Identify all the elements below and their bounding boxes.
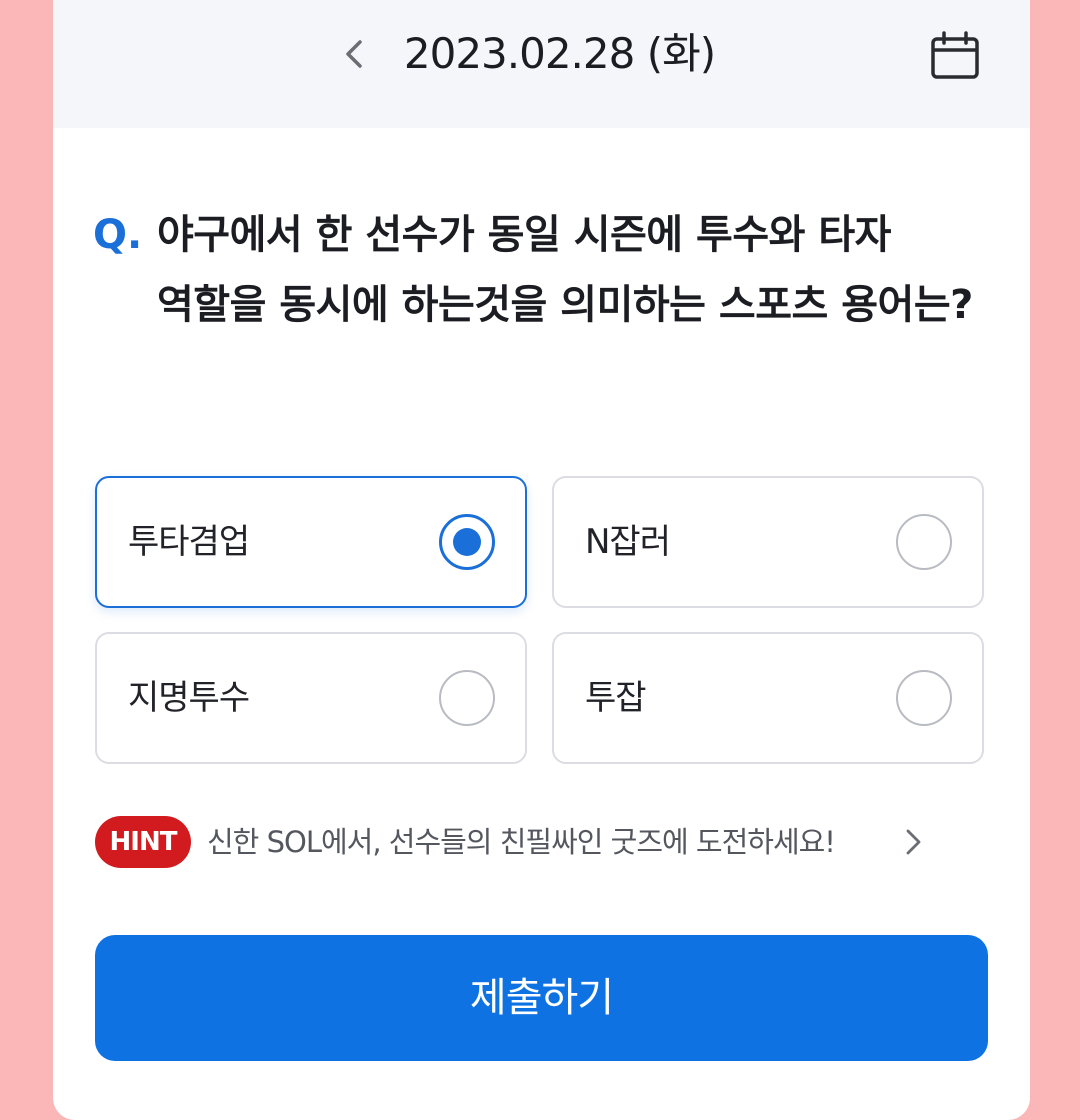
date-navigation-bar: 2023.02.28 (화): [53, 0, 1030, 128]
option-1[interactable]: 투타겸업: [95, 476, 527, 608]
option-3[interactable]: 지명투수: [95, 632, 527, 764]
calendar-icon[interactable]: [929, 30, 981, 82]
hint-badge: HINT: [95, 816, 191, 868]
option-label: N잡러: [585, 522, 671, 562]
hint-text: 신한 SOL에서, 선수들의 친필싸인 굿즈에 도전하세요!: [207, 825, 836, 859]
question-text: 야구에서 한 선수가 동일 시즌에 투수와 타자 역할을 동시에 하는것을 의미…: [157, 212, 973, 328]
option-label: 투잡: [585, 678, 647, 718]
radio-icon[interactable]: [896, 514, 952, 570]
option-4[interactable]: 투잡: [552, 632, 984, 764]
chevron-right-icon: [906, 829, 921, 855]
option-label: 투타겸업: [128, 522, 250, 562]
current-date: 2023.02.28 (화): [403, 29, 716, 78]
quiz-card: 2023.02.28 (화) Q. 야구에서 한 선수가 동일 시즌에 투수와 …: [53, 0, 1030, 1120]
chevron-left-icon[interactable]: [335, 34, 375, 74]
option-label: 지명투수: [128, 678, 250, 718]
hint-link[interactable]: HINT 신한 SOL에서, 선수들의 친필싸인 굿즈에 도전하세요!: [95, 816, 985, 868]
radio-selected-icon[interactable]: [439, 514, 495, 570]
question-prefix: Q.: [93, 212, 143, 258]
option-2[interactable]: N잡러: [552, 476, 984, 608]
radio-icon[interactable]: [896, 670, 952, 726]
radio-icon[interactable]: [439, 670, 495, 726]
submit-button[interactable]: 제출하기: [95, 935, 988, 1061]
